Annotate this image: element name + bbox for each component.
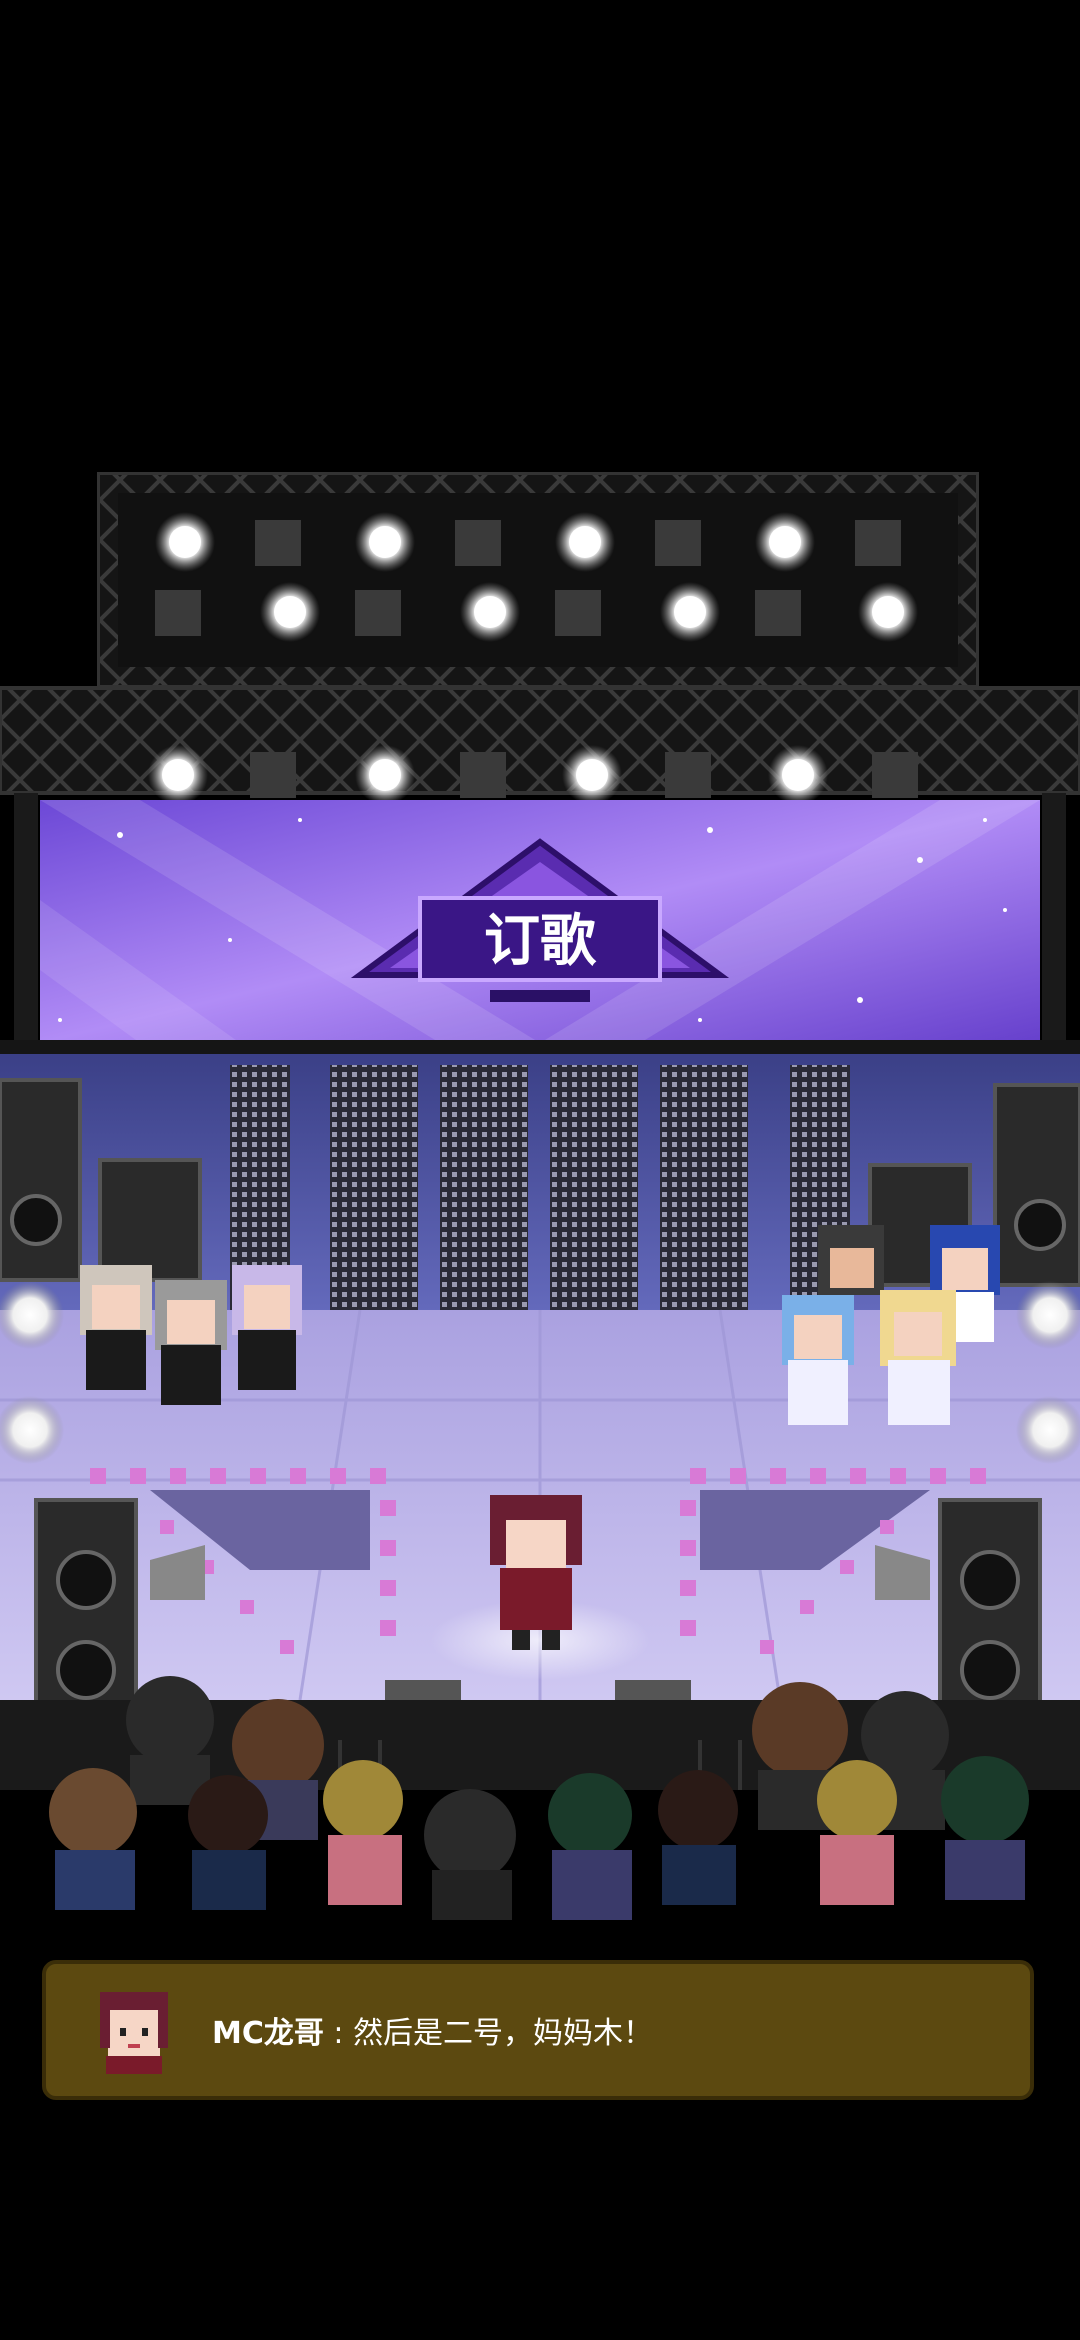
audience-member: [424, 1789, 516, 1920]
contestant-right-1: [818, 1225, 884, 1295]
contestant-left-3: [232, 1265, 302, 1390]
contestant-left-2: [155, 1280, 227, 1405]
audience-member: [941, 1756, 1029, 1900]
upper-lighting-truss: [97, 472, 979, 688]
audience-member: [49, 1768, 137, 1910]
left-pillar: [14, 793, 38, 1053]
contestant-left-1: [80, 1265, 152, 1390]
right-pillar: [1042, 793, 1066, 1053]
audience-member: [323, 1760, 403, 1905]
audience-member: [188, 1775, 268, 1910]
contestant-group-left: [80, 1265, 302, 1405]
dialogue-line: 然后是二号，妈妈木！: [353, 2016, 654, 2051]
audience-member: [658, 1770, 738, 1905]
mc-portrait-avatar: [100, 1992, 168, 2074]
audience-member: [126, 1676, 214, 1805]
show-logo-text: 订歌: [484, 909, 597, 974]
mc-character: [490, 1495, 582, 1650]
contestant-right-3: [782, 1295, 854, 1425]
audience-member: [548, 1773, 632, 1920]
dialogue-speaker: MC龙哥: [212, 2016, 324, 2051]
screen-bottom-bar: [0, 1040, 1080, 1054]
audience-member: [817, 1760, 897, 1905]
dialogue-separator: :: [323, 2016, 354, 2051]
contestant-right-4: [880, 1290, 956, 1425]
dialogue-text: MC龙哥 : 然后是二号，妈妈木！: [212, 2008, 653, 2052]
dialogue-box[interactable]: MC龙哥 : 然后是二号，妈妈木！: [42, 1960, 1034, 2100]
